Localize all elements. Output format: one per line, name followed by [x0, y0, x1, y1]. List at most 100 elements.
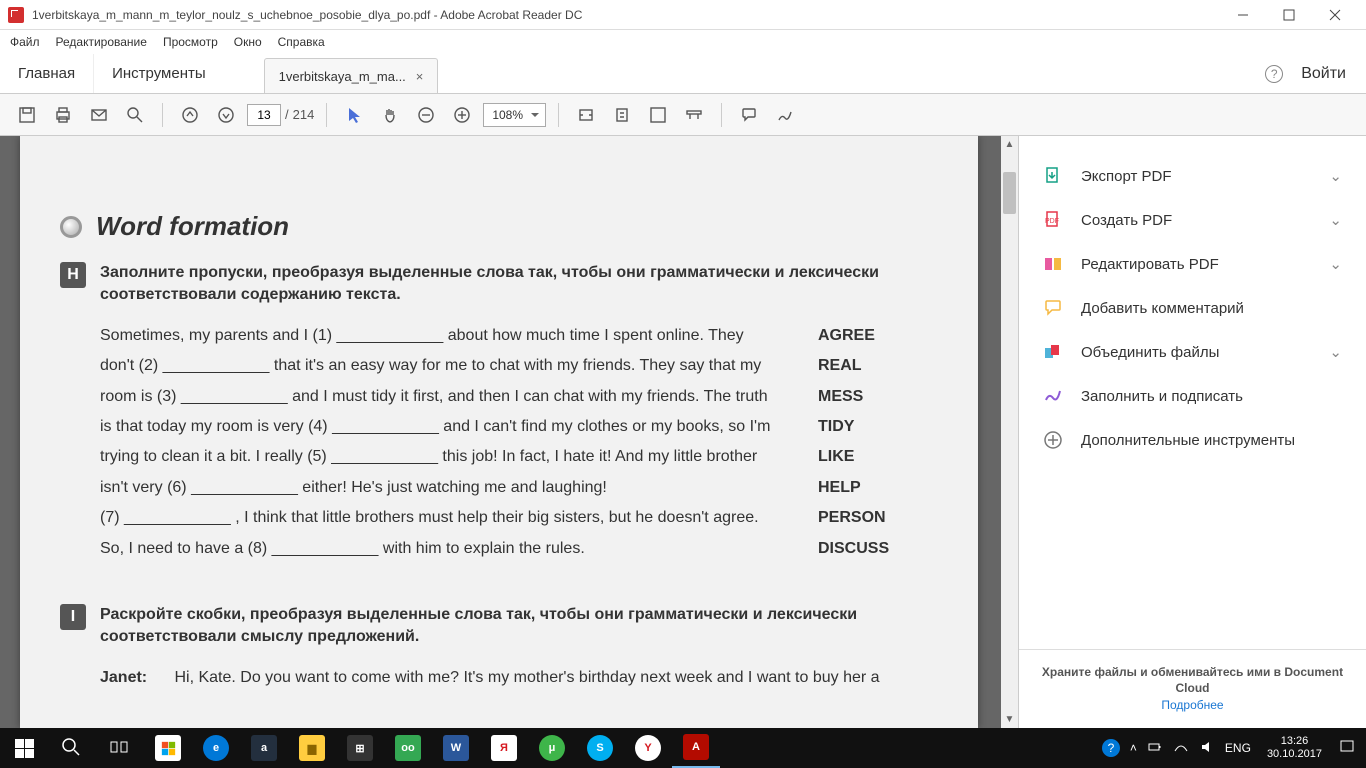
zoom-out-icon[interactable]	[411, 100, 441, 130]
edge-icon[interactable]: e	[192, 728, 240, 768]
task-view-icon[interactable]	[96, 728, 144, 768]
exercise-h-text: Sometimes, my parents and I (1) ________…	[100, 321, 778, 564]
word-icon[interactable]: W	[432, 728, 480, 768]
svg-text:PDF: PDF	[1045, 218, 1059, 225]
app-icon	[8, 7, 24, 23]
start-button[interactable]	[0, 728, 48, 768]
maximize-button[interactable]	[1266, 0, 1312, 30]
tripadvisor-icon[interactable]: oo	[384, 728, 432, 768]
help-icon[interactable]: ?	[1265, 65, 1283, 83]
menu-window[interactable]: Окно	[234, 35, 262, 49]
explorer-icon[interactable]: ▆	[288, 728, 336, 768]
create-pdf-icon: PDF	[1043, 210, 1063, 230]
exercise-i-instruction: Раскройте скобки, преобразуя выделенные …	[100, 604, 938, 649]
minimize-button[interactable]	[1220, 0, 1266, 30]
tray-language[interactable]: ENG	[1225, 741, 1251, 755]
yandex-browser-icon[interactable]: Y	[624, 728, 672, 768]
chevron-down-icon: ⌄	[1329, 211, 1342, 229]
edit-pdf-icon	[1043, 254, 1063, 274]
fit-page-icon[interactable]	[607, 100, 637, 130]
pointer-icon[interactable]	[339, 100, 369, 130]
exercise-i-speaker: Janet:	[100, 663, 170, 693]
utorrent-icon[interactable]: μ	[528, 728, 576, 768]
chevron-down-icon: ⌄	[1329, 167, 1342, 185]
page-down-icon[interactable]	[211, 100, 241, 130]
search-icon[interactable]	[120, 100, 150, 130]
side-create-pdf[interactable]: PDF Создать PDF ⌄	[1019, 198, 1366, 242]
side-edit-pdf[interactable]: Редактировать PDF ⌄	[1019, 242, 1366, 286]
combine-files-icon	[1043, 342, 1063, 362]
tab-tools[interactable]: Инструменты	[94, 54, 224, 93]
tab-document[interactable]: 1verbitskaya_m_ma... ×	[264, 58, 439, 93]
scroll-up-icon[interactable]: ▲	[1001, 136, 1018, 153]
page-number-input[interactable]	[247, 104, 281, 126]
tray-power-icon[interactable]	[1147, 739, 1163, 758]
comment-icon[interactable]	[734, 100, 764, 130]
search-task-icon[interactable]	[48, 728, 96, 768]
tray-notifications-icon[interactable]	[1338, 738, 1356, 759]
document-viewport[interactable]: Word formation H Заполните пропуски, пре…	[0, 136, 1018, 728]
menu-file[interactable]: Файл	[10, 35, 40, 49]
exercise-i-line: Hi, Kate. Do you want to come with me? I…	[174, 669, 879, 686]
mail-icon[interactable]	[84, 100, 114, 130]
menu-edit[interactable]: Редактирование	[56, 35, 147, 49]
window-title: 1verbitskaya_m_mann_m_teylor_noulz_s_uch…	[32, 8, 582, 22]
export-pdf-icon	[1043, 166, 1063, 186]
zoom-in-icon[interactable]	[447, 100, 477, 130]
calculator-icon[interactable]: ⊞	[336, 728, 384, 768]
yandex-icon[interactable]: Я	[480, 728, 528, 768]
cloud-learn-more-link[interactable]: Подробнее	[1033, 697, 1352, 714]
page-up-icon[interactable]	[175, 100, 205, 130]
tray-expand-icon[interactable]: ˄	[1130, 741, 1137, 755]
side-more-tools[interactable]: Дополнительные инструменты	[1019, 418, 1366, 462]
exercise-i-icon: I	[60, 604, 86, 630]
tab-document-label: 1verbitskaya_m_ma...	[279, 69, 406, 84]
section-bullet-icon	[60, 216, 82, 238]
cloud-promo: Храните файлы и обменивайтесь ими в Docu…	[1019, 649, 1366, 728]
tray-help-icon[interactable]: ?	[1102, 739, 1120, 757]
save-icon[interactable]	[12, 100, 42, 130]
tabbar: Главная Инструменты 1verbitskaya_m_ma...…	[0, 54, 1366, 94]
menu-view[interactable]: Просмотр	[163, 35, 218, 49]
tray-network-icon[interactable]	[1173, 739, 1189, 758]
print-icon[interactable]	[48, 100, 78, 130]
tab-home[interactable]: Главная	[0, 54, 94, 93]
menubar: Файл Редактирование Просмотр Окно Справк…	[0, 30, 1366, 54]
sign-icon[interactable]	[770, 100, 800, 130]
menu-help[interactable]: Справка	[278, 35, 325, 49]
tray-clock[interactable]: 13:26 30.10.2017	[1261, 735, 1328, 760]
close-button[interactable]	[1312, 0, 1358, 30]
page-indicator: / 214	[247, 104, 314, 126]
exercise-h-icon: H	[60, 262, 86, 288]
scroll-thumb[interactable]	[1003, 172, 1016, 214]
side-export-pdf[interactable]: Экспорт PDF ⌄	[1019, 154, 1366, 198]
read-mode-icon[interactable]	[679, 100, 709, 130]
tab-close-icon[interactable]: ×	[416, 69, 424, 84]
tools-sidepanel: Экспорт PDF ⌄ PDF Создать PDF ⌄ Редактир…	[1018, 136, 1366, 728]
store-icon[interactable]	[144, 728, 192, 768]
fit-width-icon[interactable]	[571, 100, 601, 130]
exercise-h-words: AGREEREALMESSTIDYLIKEHELPPERSONDISCUSS	[818, 321, 938, 564]
side-add-comment[interactable]: Добавить комментарий	[1019, 286, 1366, 330]
login-button[interactable]: Войти	[1301, 65, 1346, 83]
toolbar: / 214 108%	[0, 94, 1366, 136]
fullscreen-icon[interactable]	[643, 100, 673, 130]
tray-volume-icon[interactable]	[1199, 739, 1215, 758]
window-titlebar: 1verbitskaya_m_mann_m_teylor_noulz_s_uch…	[0, 0, 1366, 30]
section-title: Word formation	[96, 211, 289, 242]
exercise-h-instruction: Заполните пропуски, преобразуя выделенны…	[100, 262, 938, 307]
taskbar: e a ▆ ⊞ oo W Я μ S Y A ? ˄ ENG 13:26 30.…	[0, 728, 1366, 768]
scroll-down-icon[interactable]: ▼	[1001, 711, 1018, 728]
acrobat-task-icon[interactable]: A	[672, 728, 720, 768]
chevron-down-icon: ⌄	[1329, 343, 1342, 361]
fill-sign-icon	[1043, 386, 1063, 406]
amazon-icon[interactable]: a	[240, 728, 288, 768]
side-fill-sign[interactable]: Заполнить и подписать	[1019, 374, 1366, 418]
hand-icon[interactable]	[375, 100, 405, 130]
side-combine-files[interactable]: Объединить файлы ⌄	[1019, 330, 1366, 374]
skype-icon[interactable]: S	[576, 728, 624, 768]
zoom-select[interactable]: 108%	[483, 103, 546, 127]
chevron-down-icon: ⌄	[1329, 255, 1342, 273]
page-total: 214	[293, 107, 315, 122]
vertical-scrollbar[interactable]: ▲ ▼	[1001, 136, 1018, 728]
